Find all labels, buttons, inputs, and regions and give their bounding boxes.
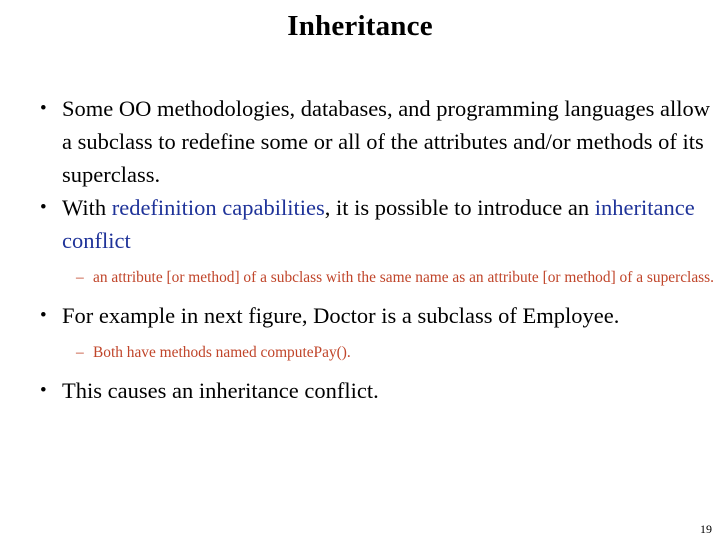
bullet-item-4: • This causes an inheritance conflict. [0,374,720,407]
sub-bullet-dash-icon: – [76,344,84,361]
bullet-item-2-highlight-redefinition-capabilities: redefinition capabilities [111,195,325,220]
sub-bullet-item-2-text: Both have methods named computePay(). [93,344,351,361]
bullet-marker-icon: • [40,197,47,218]
bullet-item-2-lead: With [62,195,112,220]
bullet-item-4-text: This causes an inheritance conflict. [62,378,379,403]
sub-bullet-item-1-text: an attribute [or method] of a subclass w… [93,269,714,286]
bullet-item-2: • With redefinition capabilities, it is p… [0,191,720,257]
bullet-item-1-text: Some OO methodologies, databases, and pr… [62,96,710,187]
bullet-marker-icon: • [40,305,47,326]
bullet-item-3: • For example in next figure, Doctor is … [0,299,720,332]
slide-canvas: Inheritance • Some OO methodologies, dat… [0,0,720,540]
bullet-marker-icon: • [40,98,47,119]
page-title: Inheritance [287,10,433,42]
sub-bullet-item-1: – an attribute [or method] of a subclass… [0,267,720,289]
page-number: 19 [700,522,712,536]
bullet-item-1: • Some OO methodologies, databases, and … [0,92,720,191]
sub-bullet-item-2: – Both have methods named computePay(). [0,342,720,364]
bullet-item-2-mid: , it is possible to introduce an [324,195,595,220]
bullet-marker-icon: • [40,380,47,401]
slide-body: • Some OO methodologies, databases, and … [0,92,720,407]
sub-bullet-dash-icon: – [76,269,84,286]
bullet-item-3-text: For example in next figure, Doctor is a … [62,303,620,328]
